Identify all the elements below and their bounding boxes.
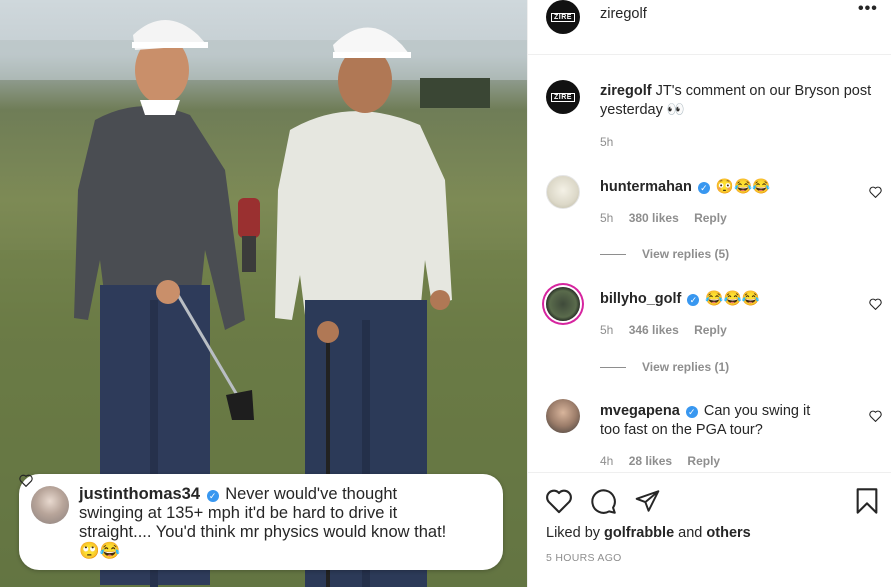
comment-text: mvegapena ✓ Can you swing it too fast on… [600, 402, 830, 440]
view-replies-label: View replies (1) [642, 360, 730, 374]
header-username[interactable]: ziregolf [600, 6, 647, 22]
comment-username[interactable]: huntermahan [600, 179, 692, 195]
avatar-logo-text: ZIRE [551, 92, 575, 102]
avatar[interactable]: ZIRE [546, 80, 580, 114]
overlay-comment-text: justinthomas34 ✓ Never would've thought … [79, 485, 449, 561]
more-options-icon[interactable]: ••• [858, 0, 878, 18]
comment-time[interactable]: 5h [600, 323, 613, 337]
comment-meta: 5h 380 likes Reply [600, 211, 739, 225]
comment-username[interactable]: mvegapena [600, 403, 680, 419]
avatar[interactable] [546, 175, 580, 209]
caption-timestamp[interactable]: 5h [600, 135, 613, 149]
avatar[interactable] [31, 486, 69, 524]
verified-icon: ✓ [685, 406, 698, 418]
comment-body: 😳😂😂 [715, 179, 771, 195]
caption-username[interactable]: ziregolf [600, 83, 652, 99]
comment-username[interactable]: billyho_golf [600, 291, 681, 307]
post-photo[interactable]: justinthomas34 ✓ Never would've thought … [0, 0, 527, 587]
verified-icon: ✓ [687, 294, 700, 306]
comment-meta: 5h 346 likes Reply [600, 323, 739, 337]
post-header: ZIRE ziregolf ••• [528, 0, 891, 55]
divider [600, 254, 626, 256]
avatar[interactable]: ZIRE [546, 0, 580, 34]
liked-by-prefix: Liked by [546, 525, 601, 541]
comment-body: 😂😂😂 [705, 291, 760, 307]
like-heart-icon[interactable] [545, 488, 573, 514]
overlay-comment-username[interactable]: justinthomas34 [79, 485, 200, 503]
share-plane-icon[interactable] [634, 488, 661, 514]
reply-button[interactable]: Reply [694, 211, 727, 225]
verified-icon: ✓ [697, 182, 710, 194]
view-replies-button[interactable]: View replies (5) [600, 247, 729, 261]
liked-by: Liked by golfrabble and others [546, 525, 751, 541]
caption-text: ziregolf JT's comment on our Bryson post… [600, 82, 880, 120]
comment-text: huntermahan ✓ 😳😂😂 [600, 178, 830, 197]
comment-time[interactable]: 4h [600, 454, 613, 468]
comment-bubble-icon[interactable] [590, 488, 617, 515]
reply-button[interactable]: Reply [687, 454, 720, 468]
action-bar: Liked by golfrabble and others 5 HOURS A… [528, 472, 891, 587]
post-timestamp[interactable]: 5 HOURS AGO [546, 552, 622, 564]
verified-icon: ✓ [206, 490, 219, 502]
liked-by-others[interactable]: others [706, 525, 750, 541]
heart-icon[interactable] [19, 474, 33, 487]
liked-by-and: and [678, 525, 703, 541]
post-panel: ZIRE ziregolf ••• ZIRE ziregolf JT's com… [527, 0, 891, 587]
comment-text: billyho_golf ✓ 😂😂😂 [600, 290, 830, 309]
avatar[interactable] [546, 287, 580, 321]
divider [600, 367, 626, 369]
bookmark-icon[interactable] [855, 487, 879, 515]
comment-likes[interactable]: 346 likes [629, 323, 679, 337]
liked-by-user[interactable]: golfrabble [604, 525, 674, 541]
reply-button[interactable]: Reply [694, 323, 727, 337]
avatar-logo-text: ZIRE [551, 12, 575, 22]
comment-meta: 4h 28 likes Reply [600, 454, 732, 468]
view-replies-button[interactable]: View replies (1) [600, 360, 729, 374]
overlay-comment-card: justinthomas34 ✓ Never would've thought … [19, 474, 503, 570]
heart-icon[interactable] [869, 298, 882, 310]
comment-likes[interactable]: 28 likes [629, 454, 672, 468]
comment-likes[interactable]: 380 likes [629, 211, 679, 225]
comment-time[interactable]: 5h [600, 211, 613, 225]
heart-icon[interactable] [869, 410, 882, 422]
view-replies-label: View replies (5) [642, 247, 730, 261]
heart-icon[interactable] [869, 186, 882, 198]
avatar[interactable] [546, 399, 580, 433]
